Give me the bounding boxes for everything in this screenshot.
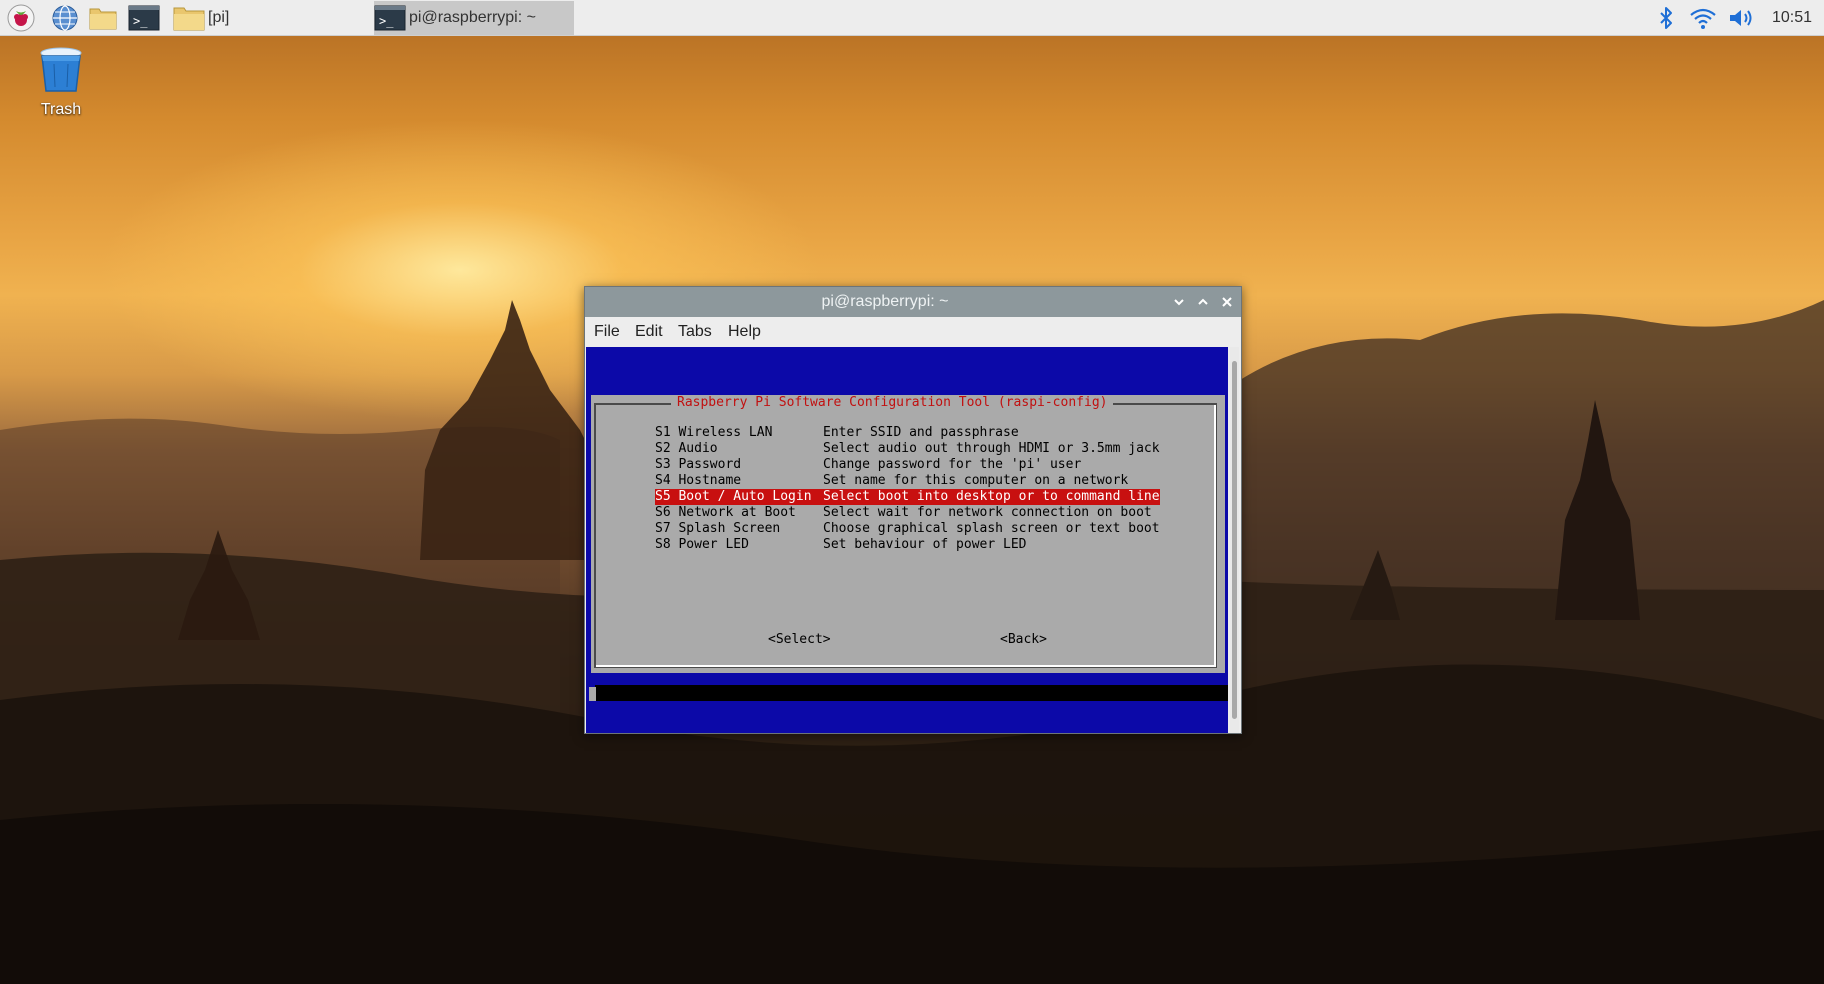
- taskbar-task-terminal[interactable]: >_ pi@raspberrypi: ~: [374, 1, 574, 35]
- window-title: pi@raspberrypi: ~: [821, 293, 949, 310]
- terminal-area[interactable]: Raspberry Pi Software Configuration Tool…: [586, 347, 1228, 733]
- menu-help[interactable]: Help: [728, 317, 761, 347]
- option-description: Choose graphical splash screen or text b…: [823, 521, 1160, 536]
- close-icon: [1222, 297, 1232, 307]
- option-description: Set behaviour of power LED: [823, 537, 1027, 552]
- file-manager-icon[interactable]: [88, 3, 118, 33]
- option-description: Select wait for network connection on bo…: [823, 505, 1152, 520]
- option-code: S8 Power LED: [655, 537, 749, 552]
- option-description: Select audio out through HDMI or 3.5mm j…: [823, 441, 1160, 456]
- terminal-cursor: [589, 687, 596, 701]
- taskbar-task-label: pi@raspberrypi: ~: [409, 9, 536, 26]
- terminal-window: pi@raspberrypi: ~ File Edit Tabs Help Ra…: [584, 286, 1242, 734]
- trash-icon: [28, 44, 94, 99]
- wifi-icon[interactable]: [1688, 0, 1718, 36]
- option-code: S7 Splash Screen: [655, 521, 781, 536]
- minimize-button[interactable]: [1169, 292, 1189, 312]
- volume-icon[interactable]: [1726, 0, 1758, 36]
- desktop-icon-trash[interactable]: Trash: [28, 44, 94, 119]
- desktop: >_ [pi] >_ pi@raspberrypi: ~ 10:51 Trash…: [0, 0, 1824, 984]
- menu-tabs[interactable]: Tabs: [678, 317, 712, 347]
- desktop-icon-label: Trash: [40, 101, 82, 118]
- terminal-icon: >_: [374, 5, 406, 31]
- menu-option-s1[interactable]: S1 Wireless LAN Enter SSID and passphrase: [655, 425, 1019, 441]
- option-code: S3 Password: [655, 457, 742, 472]
- menu-file[interactable]: File: [594, 317, 620, 347]
- window-titlebar[interactable]: pi@raspberrypi: ~: [585, 287, 1241, 317]
- bluetooth-icon[interactable]: [1652, 0, 1680, 36]
- option-code: S5 Boot / Auto Login: [655, 489, 812, 504]
- dialog-shadow: [595, 685, 1228, 701]
- menu-option-s5-selected[interactable]: S5 Boot / Auto Login Select boot into des…: [655, 489, 1160, 505]
- menu-option-s7[interactable]: S7 Splash Screen Choose graphical splash …: [655, 521, 1160, 537]
- taskbar-task-file-manager[interactable]: [pi]: [172, 1, 372, 35]
- menu-option-s3[interactable]: S3 Password Change password for the 'pi' …: [655, 457, 1081, 473]
- menu-option-s8[interactable]: S8 Power LED Set behaviour of power LED: [655, 537, 1027, 553]
- chevron-up-icon: [1198, 298, 1208, 305]
- taskbar: >_ [pi] >_ pi@raspberrypi: ~ 10:51: [0, 0, 1824, 36]
- dialog-title: Raspberry Pi Software Configuration Tool…: [671, 395, 1114, 411]
- terminal-scrollbar[interactable]: [1230, 347, 1239, 733]
- option-description: Enter SSID and passphrase: [823, 425, 1019, 440]
- menu-edit[interactable]: Edit: [635, 317, 663, 347]
- option-code: S2 Audio: [655, 441, 718, 456]
- raspberry-menu-icon[interactable]: [6, 3, 36, 33]
- folder-icon: [172, 4, 206, 32]
- option-description: Set name for this computer on a network: [823, 473, 1129, 488]
- raspi-config-dialog: Raspberry Pi Software Configuration Tool…: [591, 395, 1225, 673]
- menu-option-s6[interactable]: S6 Network at Boot Select wait for networ…: [655, 505, 1152, 521]
- window-menubar: File Edit Tabs Help: [585, 317, 1241, 347]
- web-browser-icon[interactable]: [50, 3, 80, 33]
- back-button[interactable]: <Back>: [1000, 632, 1047, 648]
- menu-option-s4[interactable]: S4 Hostname Set name for this computer on…: [655, 473, 1128, 489]
- chevron-down-icon: [1174, 299, 1184, 306]
- option-description: Change password for the 'pi' user: [823, 457, 1082, 472]
- terminal-icon[interactable]: >_: [128, 3, 160, 33]
- svg-text:>_: >_: [379, 14, 394, 28]
- menu-option-s2[interactable]: S2 Audio Select audio out through HDMI or…: [655, 441, 1160, 457]
- close-button[interactable]: [1217, 292, 1237, 312]
- option-code: S1 Wireless LAN: [655, 425, 773, 440]
- option-code: S4 Hostname: [655, 473, 742, 488]
- option-description: Select boot into desktop or to command l…: [823, 489, 1160, 504]
- taskbar-task-label: [pi]: [208, 9, 230, 26]
- option-code: S6 Network at Boot: [655, 505, 796, 520]
- select-button[interactable]: <Select>: [768, 632, 831, 648]
- svg-text:>_: >_: [133, 14, 148, 28]
- clock[interactable]: 10:51: [1772, 0, 1812, 36]
- scrollbar-thumb[interactable]: [1232, 361, 1237, 719]
- maximize-button[interactable]: [1193, 292, 1213, 312]
